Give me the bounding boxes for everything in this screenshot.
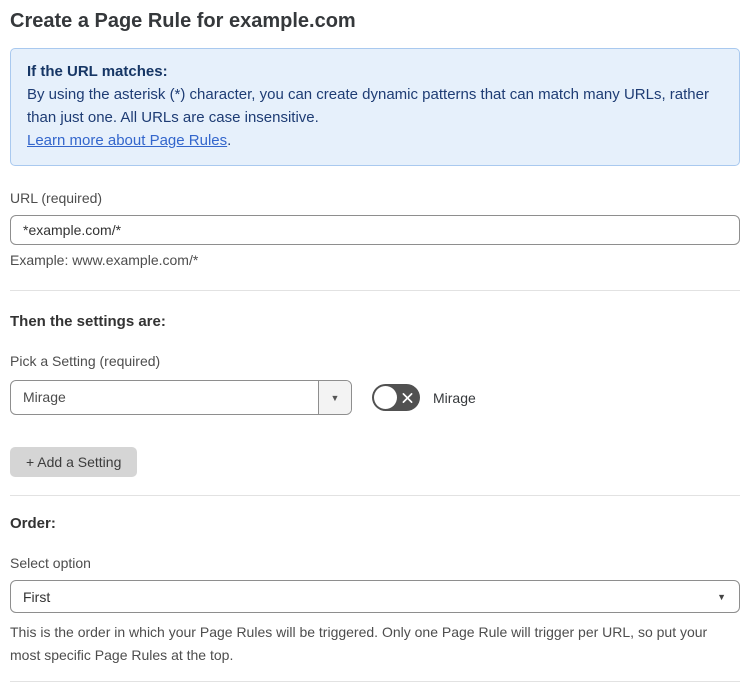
url-example-text: Example: www.example.com/* <box>10 252 199 268</box>
url-match-info-box: If the URL matches: By using the asteris… <box>10 48 740 166</box>
order-section-heading: Order: <box>10 515 56 532</box>
page-rule-form: Create a Page Rule for example.com If th… <box>0 8 750 684</box>
setting-select-dropdown-button[interactable]: ▼ <box>318 381 351 414</box>
divider <box>10 495 740 496</box>
toggle-label: Mirage <box>433 389 476 406</box>
divider <box>10 290 740 291</box>
add-setting-button[interactable]: + Add a Setting <box>10 447 138 477</box>
info-box-heading: If the URL matches: <box>27 63 168 80</box>
setting-picker-label: Pick a Setting (required) <box>10 353 161 369</box>
order-select-value: First <box>23 588 51 605</box>
divider <box>10 681 740 682</box>
info-box-body: By using the asterisk (*) character, you… <box>27 86 709 126</box>
order-select[interactable]: First ▼ <box>10 580 740 613</box>
chevron-down-icon: ▼ <box>717 591 726 602</box>
x-icon <box>402 392 413 403</box>
learn-more-link[interactable]: Learn more about Page Rules <box>27 132 227 149</box>
setting-row: Mirage ▼ Mirage <box>10 380 740 415</box>
page-title: Create a Page Rule for example.com <box>10 10 356 32</box>
order-select-label: Select option <box>10 555 91 571</box>
settings-section-heading: Then the settings are: <box>10 313 166 330</box>
url-field-label: URL (required) <box>10 190 103 206</box>
toggle-knob <box>374 386 397 409</box>
chevron-down-icon: ▼ <box>330 392 340 403</box>
mirage-toggle[interactable] <box>372 384 420 411</box>
setting-select[interactable]: Mirage ▼ <box>10 380 352 415</box>
url-input[interactable] <box>10 215 740 245</box>
setting-select-value: Mirage <box>23 389 66 405</box>
order-help-text: This is the order in which your Page Rul… <box>10 624 708 663</box>
info-box-link-line: Learn more about Page Rules. <box>27 129 723 152</box>
link-period: . <box>227 132 232 149</box>
